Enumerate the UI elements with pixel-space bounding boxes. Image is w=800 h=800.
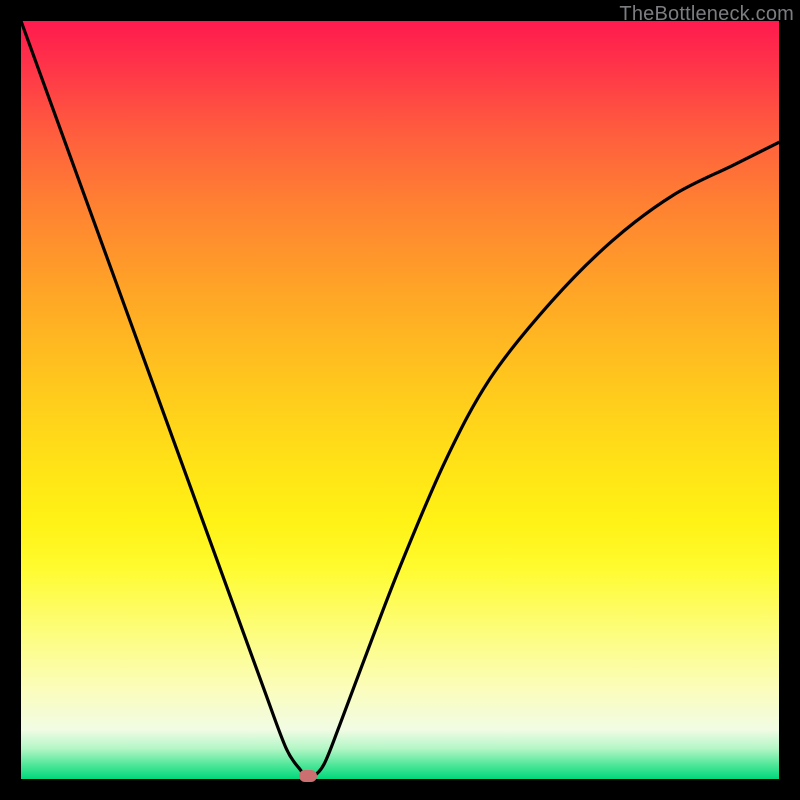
watermark-text: TheBottleneck.com: [619, 3, 794, 26]
optimum-marker: [299, 770, 317, 782]
bottleneck-curve: [21, 21, 779, 779]
chart-area: [21, 21, 779, 779]
